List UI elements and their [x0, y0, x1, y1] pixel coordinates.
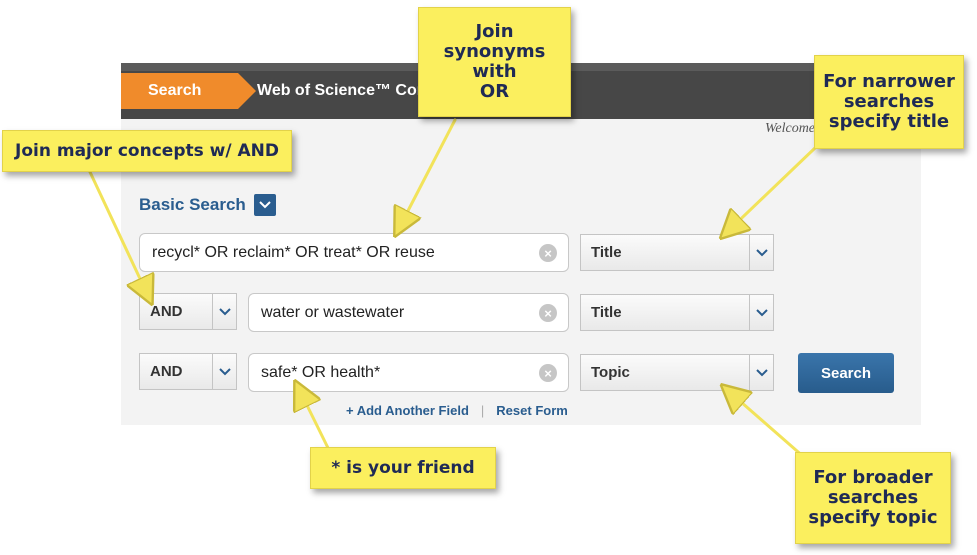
arrow-narrower [724, 146, 817, 235]
callout-join-major: Join major concepts w/ AND [2, 130, 292, 172]
arrow-synonyms [397, 118, 457, 232]
callout-narrower: For narrower searches specify title [814, 55, 964, 149]
callout-join-synonyms: Join synonyms with OR [418, 7, 571, 117]
arrow-wildcard [297, 385, 332, 454]
arrow-major [88, 170, 150, 300]
callout-wildcard: * is your friend [310, 447, 496, 489]
callout-broader: For broader searches specify topic [795, 452, 951, 544]
arrow-broader [725, 388, 807, 460]
